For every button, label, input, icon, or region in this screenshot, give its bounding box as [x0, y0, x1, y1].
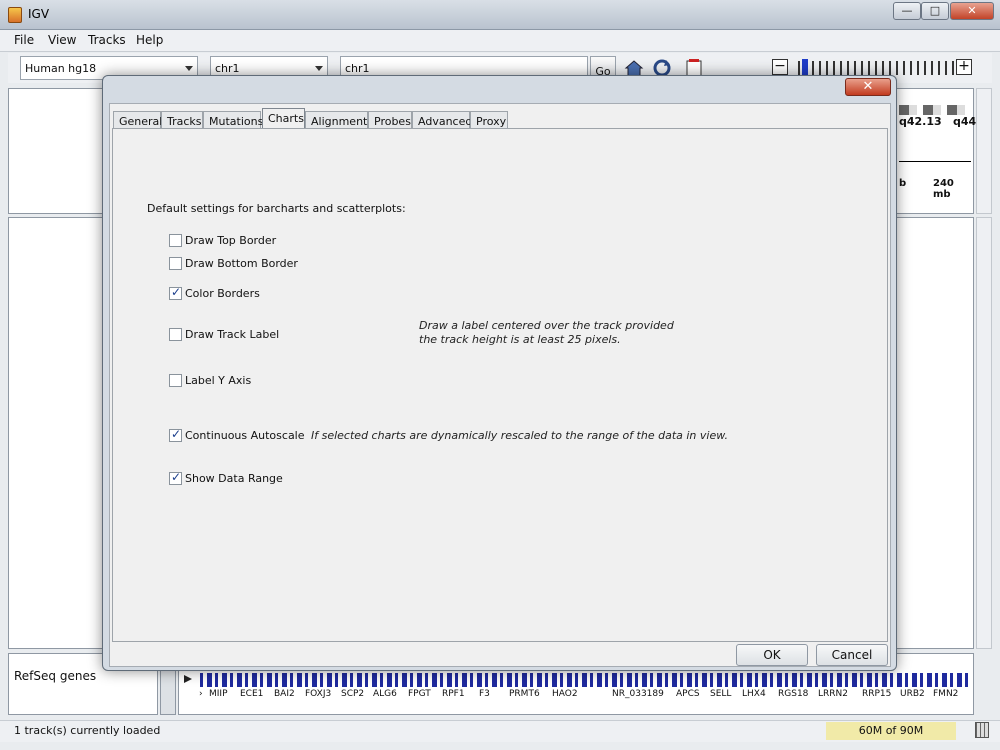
gene-label: LRRN2 — [818, 689, 848, 699]
menu-help[interactable]: Help — [136, 33, 163, 47]
igv-app-icon — [8, 7, 22, 23]
trash-icon[interactable] — [975, 722, 989, 738]
zoom-out-button[interactable]: − — [772, 59, 788, 75]
cancel-button[interactable]: Cancel — [816, 644, 888, 666]
chromosome-ideogram[interactable] — [899, 105, 971, 115]
continuous-autoscale-checkbox[interactable] — [169, 427, 182, 442]
header-scrollbar[interactable] — [976, 88, 992, 214]
label-y-axis-label[interactable]: Label Y Axis — [185, 374, 251, 387]
gene-label: BAI2 — [274, 689, 295, 699]
ok-button[interactable]: OK — [736, 644, 808, 666]
gene-label: NR_033189 — [612, 689, 664, 699]
dialog-body: General Tracks Mutations Charts Alignmen… — [109, 103, 891, 667]
color-borders-label[interactable]: Color Borders — [185, 287, 260, 300]
gene-label: FOXJ3 — [305, 689, 332, 699]
gene-label: PRMT6 — [509, 689, 540, 699]
gene-label: HAO2 — [552, 689, 578, 699]
genome-value: Human hg18 — [25, 62, 97, 75]
gene-track[interactable] — [200, 673, 970, 687]
draw-bottom-border-checkbox[interactable] — [169, 257, 182, 270]
window-title: IGV — [28, 7, 50, 21]
maximize-button[interactable]: □ — [921, 2, 949, 20]
gene-label: RPF1 — [442, 689, 465, 699]
gene-label: RRP15 — [862, 689, 892, 699]
band-label: q42.13 — [899, 115, 942, 128]
gene-label: FMN2 — [933, 689, 959, 699]
gene-label: SELL — [710, 689, 732, 699]
gene-label: SCP2 — [341, 689, 365, 699]
gene-label: FPGT — [408, 689, 431, 699]
charts-tab-panel: Default settings for barcharts and scatt… — [112, 128, 888, 642]
show-data-range-label[interactable]: Show Data Range — [185, 472, 283, 485]
gene-label: RGS18 — [778, 689, 809, 699]
ruler-right-label: 240 mb — [933, 178, 954, 200]
zoom-in-button[interactable]: + — [956, 59, 972, 75]
close-window-button[interactable]: ✕ — [950, 2, 994, 20]
color-borders-checkbox[interactable] — [169, 285, 182, 300]
continuous-autoscale-label[interactable]: Continuous Autoscale — [185, 429, 305, 442]
gene-label: › — [199, 689, 203, 699]
title-bar: IGV — □ ✕ — [0, 0, 1000, 30]
gene-label: ECE1 — [240, 689, 264, 699]
section-heading: Default settings for barcharts and scatt… — [147, 202, 406, 215]
chevron-down-icon — [185, 66, 193, 71]
show-data-range-checkbox[interactable] — [169, 470, 182, 485]
locus-value: chr1 — [345, 62, 370, 75]
gene-label: F3 — [479, 689, 490, 699]
track-label-note-line-2: the track height is at least 25 pixels. — [419, 333, 621, 346]
menu-tracks[interactable]: Tracks — [88, 33, 126, 47]
minimize-button[interactable]: — — [893, 2, 921, 20]
draw-top-border-checkbox[interactable] — [169, 234, 182, 247]
label-y-axis-checkbox[interactable] — [169, 374, 182, 387]
tab-charts[interactable]: Charts — [262, 108, 305, 130]
gene-label: URB2 — [900, 689, 925, 699]
dialog-close-button[interactable]: ✕ — [845, 78, 891, 96]
draw-bottom-border-label[interactable]: Draw Bottom Border — [185, 257, 298, 270]
ruler-line — [899, 161, 971, 162]
data-scrollbar[interactable] — [976, 217, 992, 649]
track-label-note-line-1: Draw a label centered over the track pro… — [419, 319, 674, 332]
draw-top-border-label[interactable]: Draw Top Border — [185, 234, 276, 247]
menu-view[interactable]: View — [48, 33, 76, 47]
band-end-label: q44 — [953, 115, 977, 128]
autoscale-note: If selected charts are dynamically resca… — [311, 429, 729, 442]
chevron-down-icon — [315, 66, 323, 71]
track-name[interactable]: RefSeq genes — [14, 669, 96, 683]
track-label-note: Draw a label centered over the track pro… — [419, 319, 674, 347]
zoom-slider[interactable] — [798, 61, 960, 75]
gene-label: MIIP — [209, 689, 228, 699]
status-message: 1 track(s) currently loaded — [14, 724, 161, 737]
menu-file[interactable]: File — [14, 33, 34, 47]
menu-bar: File View Tracks Help — [0, 30, 1000, 52]
play-arrow-icon — [184, 675, 192, 683]
preferences-dialog: ✕ General Tracks Mutations Charts Alignm… — [102, 75, 897, 671]
gene-label: APCS — [676, 689, 700, 699]
gene-label: LHX4 — [742, 689, 766, 699]
chromosome-value: chr1 — [215, 62, 240, 75]
draw-track-label-label[interactable]: Draw Track Label — [185, 328, 279, 341]
draw-track-label-checkbox[interactable] — [169, 328, 182, 341]
gene-label: ALG6 — [373, 689, 397, 699]
memory-indicator: 60M of 90M — [826, 722, 956, 740]
ruler-left-label: b — [899, 178, 907, 189]
